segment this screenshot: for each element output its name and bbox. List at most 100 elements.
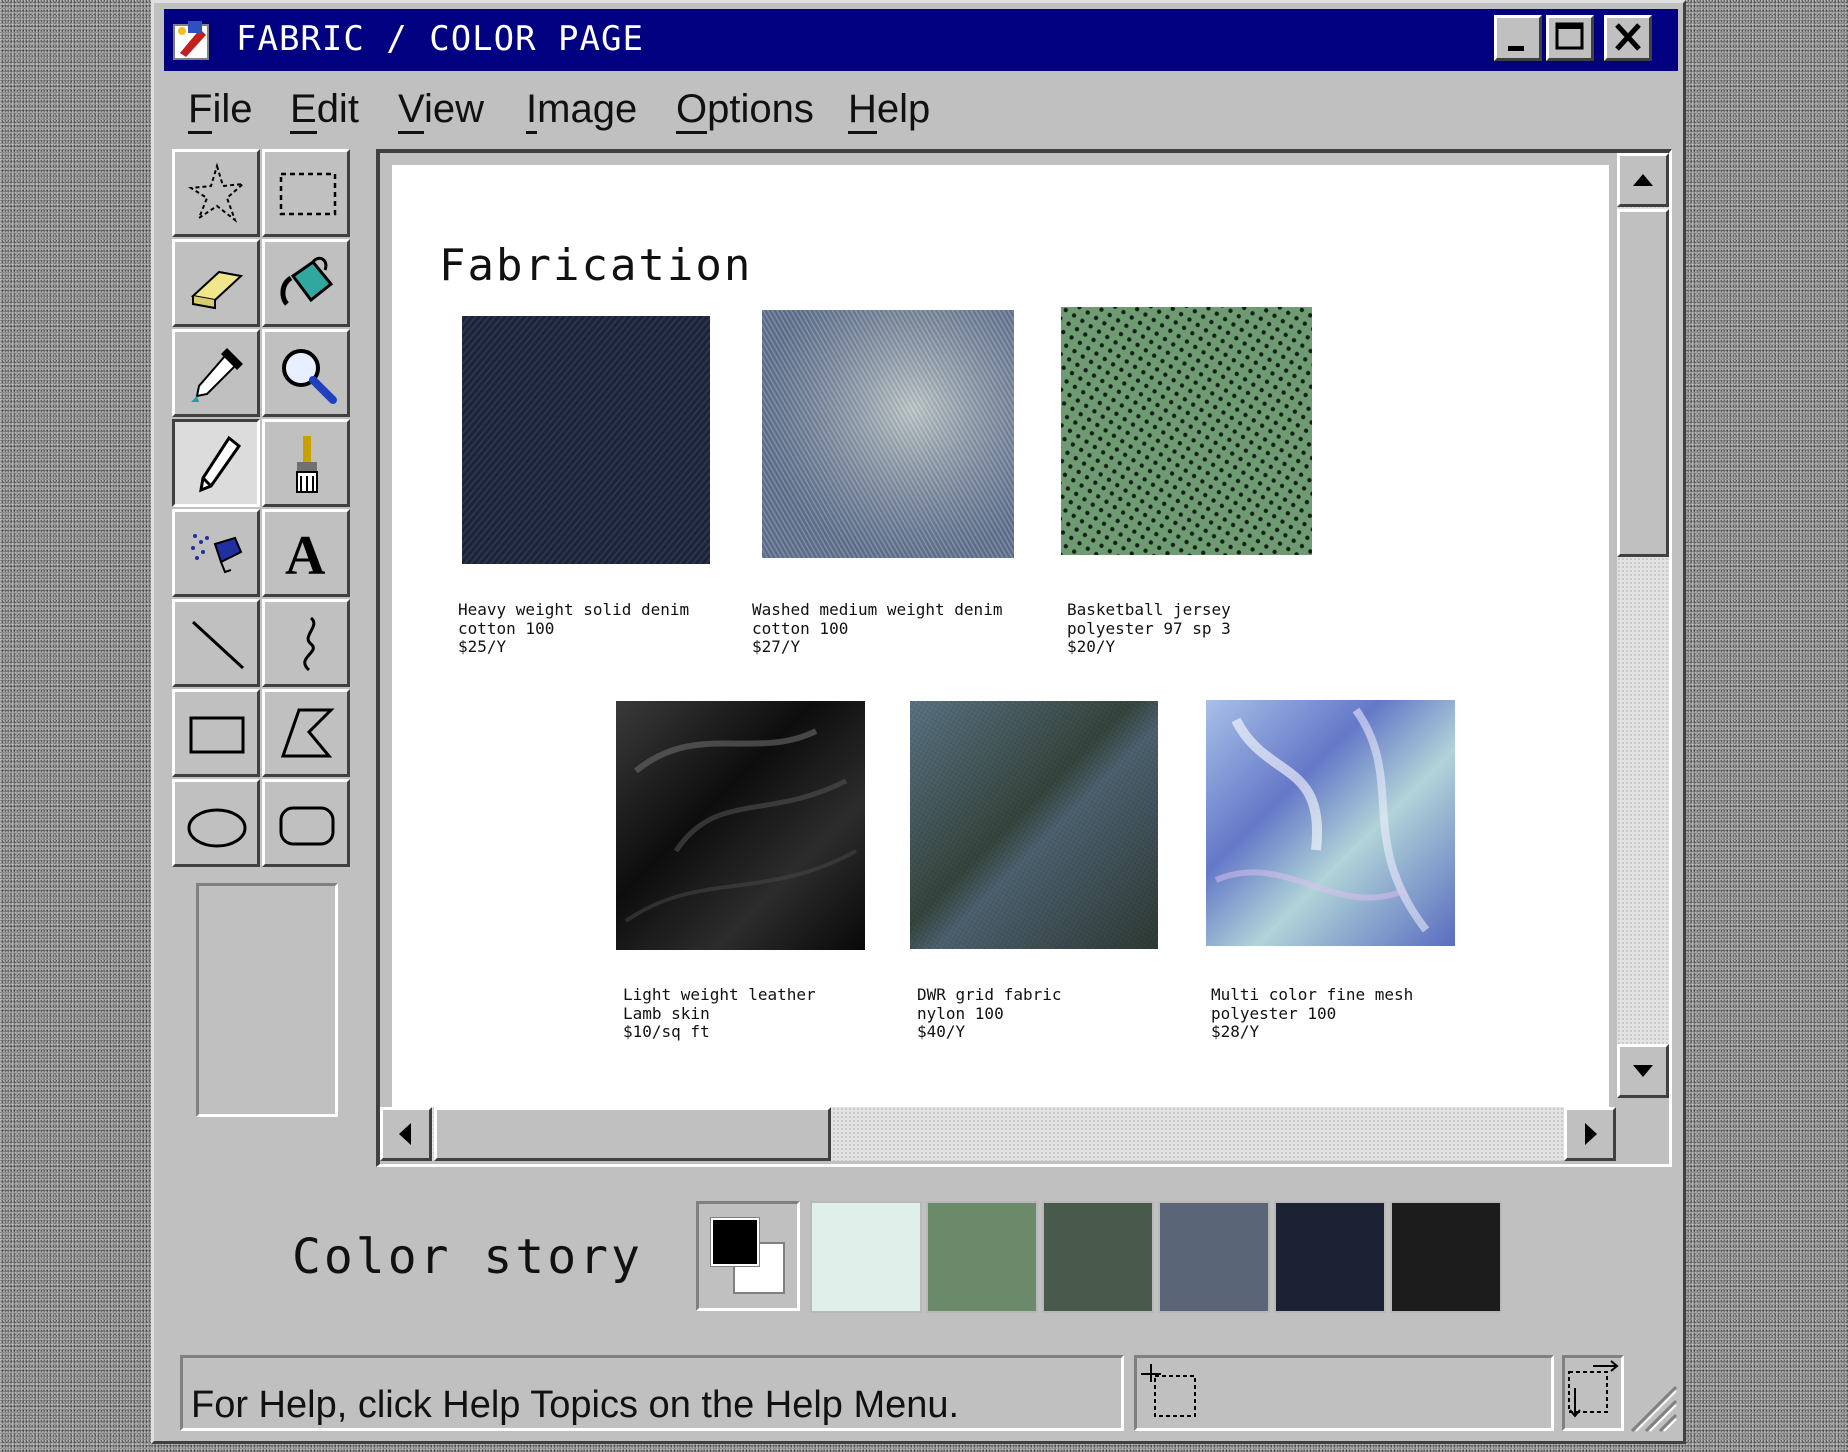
color-story-label: Color story (292, 1229, 643, 1285)
foreground-color[interactable] (710, 1217, 760, 1267)
tool-options-box[interactable] (196, 883, 338, 1117)
fabric-swatch-denim-washed (762, 310, 1014, 558)
tool-rounded-rectangle[interactable] (262, 779, 350, 867)
scroll-corner (1617, 1107, 1669, 1161)
title-bar[interactable]: FABRIC / COLOR PAGE (164, 9, 1678, 71)
eraser-icon (190, 270, 244, 310)
fabric-name: DWR grid fabric (917, 985, 1062, 1004)
canvas-frame: Fabrication Heavy weight solid denim cot… (376, 149, 1672, 1167)
horizontal-scrollbar[interactable] (380, 1107, 1616, 1161)
palette-color-4[interactable] (1158, 1201, 1270, 1313)
vertical-scrollbar[interactable] (1617, 153, 1669, 1098)
fabric-swatch-jersey (1061, 307, 1312, 555)
current-colors[interactable] (696, 1201, 800, 1311)
fill-bucket-icon (280, 256, 334, 306)
palette-color-1[interactable] (810, 1201, 922, 1313)
menu-view[interactable]: View (398, 87, 484, 134)
paint-window: FABRIC / COLOR PAGE File Edit View Image… (151, 0, 1686, 1444)
tool-ellipse[interactable] (172, 779, 260, 867)
menu-file-mnemonic: F (188, 87, 213, 134)
tool-curve[interactable] (262, 599, 350, 687)
horizontal-scroll-thumb[interactable] (434, 1107, 831, 1161)
tool-free-form-select[interactable] (172, 149, 260, 237)
menu-edit-rest: dit (316, 87, 359, 131)
tool-fill[interactable] (262, 239, 350, 327)
tool-magnifier[interactable] (262, 329, 350, 417)
free-form-select-icon (187, 162, 247, 223)
menu-options-mnemonic: O (676, 87, 708, 134)
arrow-down-icon (1633, 1065, 1653, 1077)
menu-image-rest: mage (537, 87, 638, 131)
status-help-text: For Help, click Help Topics on the Help … (191, 1384, 960, 1426)
fabric-price: $27/Y (752, 637, 801, 656)
tool-eraser[interactable] (172, 239, 260, 327)
palette-color-3[interactable] (1042, 1201, 1154, 1313)
status-size-field (1562, 1355, 1624, 1431)
palette-color-5[interactable] (1274, 1201, 1386, 1313)
tool-rectangle[interactable] (172, 689, 260, 777)
fabric-content: nylon 100 (917, 1003, 1004, 1023)
paint-app-icon[interactable] (170, 17, 216, 63)
status-help-field: For Help, click Help Topics on the Help … (180, 1355, 1124, 1431)
fabric-content: Lamb skin (623, 1003, 710, 1023)
fabric-caption-5: DWR grid fabric nylon 100 $40/Y (917, 985, 1062, 1042)
tool-airbrush[interactable] (172, 509, 260, 597)
fabric-name: Washed medium weight denim (752, 600, 1003, 619)
ellipse-icon (187, 808, 247, 848)
menu-file[interactable]: File (188, 87, 252, 134)
arrow-right-icon (1585, 1123, 1597, 1145)
menu-options-rest: ptions (707, 87, 814, 131)
fabric-caption-3: Basketball jersey polyester 97 sp 3 $20/Y (1067, 600, 1231, 657)
minimize-icon (1508, 46, 1524, 51)
menu-view-mnemonic: V (398, 87, 424, 134)
maximize-button[interactable] (1546, 15, 1594, 61)
menu-help[interactable]: Help (848, 87, 931, 134)
fabric-swatch-dwr-grid (910, 701, 1158, 949)
fabric-caption-6: Multi color fine mesh polyester 100 $28/Y (1211, 985, 1413, 1042)
palette-color-2[interactable] (926, 1201, 1038, 1313)
scroll-up-button[interactable] (1617, 153, 1669, 207)
vertical-scroll-thumb[interactable] (1617, 209, 1669, 557)
minimize-button[interactable] (1494, 15, 1542, 61)
close-button[interactable] (1604, 15, 1652, 61)
fabric-price: $20/Y (1067, 637, 1116, 656)
maximize-icon (1555, 22, 1584, 50)
fabric-price: $28/Y (1211, 1022, 1260, 1041)
tool-text[interactable]: A (262, 509, 350, 597)
arrow-up-icon (1633, 174, 1653, 186)
scroll-down-button[interactable] (1617, 1044, 1669, 1098)
text-icon: A (285, 525, 326, 587)
drawing-canvas[interactable]: Fabrication Heavy weight solid denim cot… (392, 165, 1609, 1107)
svg-text:A: A (285, 525, 326, 587)
rectangle-icon (189, 716, 245, 754)
tool-color-picker[interactable] (172, 329, 260, 417)
magnifier-icon (282, 349, 337, 404)
tool-select[interactable] (262, 149, 350, 237)
cursor-position-icon (1141, 1364, 1196, 1417)
tool-brush[interactable] (262, 419, 350, 507)
scroll-left-button[interactable] (380, 1107, 432, 1161)
menu-image[interactable]: Image (526, 87, 638, 134)
menu-options[interactable]: Options (676, 87, 814, 134)
fabric-swatch-leather (616, 701, 865, 950)
fabric-swatch-denim-solid (462, 316, 710, 564)
fabric-caption-4: Light weight leather Lamb skin $10/sq ft (623, 985, 816, 1042)
scroll-right-button[interactable] (1564, 1107, 1616, 1161)
menu-edit[interactable]: Edit (290, 87, 359, 134)
fabric-swatch-mesh (1206, 700, 1455, 946)
resize-grip-icon[interactable] (1624, 1379, 1680, 1435)
menu-image-mnemonic: I (526, 87, 538, 134)
tool-line[interactable] (172, 599, 260, 687)
fabric-price: $25/Y (458, 637, 507, 656)
tool-polygon[interactable] (262, 689, 350, 777)
fabrication-heading: Fabrication (439, 240, 753, 291)
menu-help-rest: elp (876, 87, 931, 131)
tool-pencil[interactable] (172, 419, 260, 507)
palette-color-6[interactable] (1390, 1201, 1502, 1313)
fabric-name: Basketball jersey (1067, 600, 1231, 619)
fabric-content: polyester 100 (1211, 1003, 1337, 1023)
fabric-price: $40/Y (917, 1022, 966, 1041)
window-title: FABRIC / COLOR PAGE (236, 19, 644, 59)
airbrush-icon (191, 534, 243, 574)
color-picker-icon (191, 348, 243, 402)
